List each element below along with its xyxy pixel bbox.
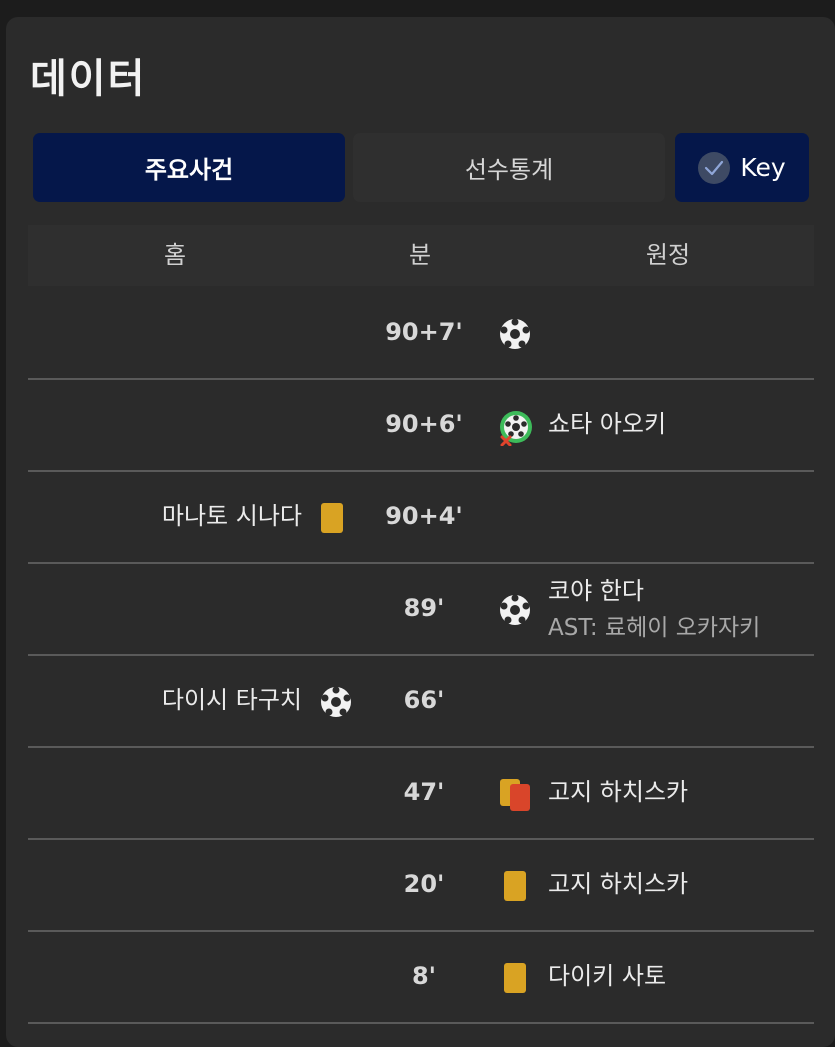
- event-row: 90+7': [28, 286, 814, 380]
- event-minute: 20': [403, 870, 445, 898]
- page-title: 데이터: [30, 56, 147, 102]
- event-row: 마나토 시나다 90+4': [28, 470, 814, 564]
- away-player-name: 다이키 사토: [548, 962, 667, 990]
- tab-key-events-label: 주요사건: [144, 156, 234, 184]
- away-player-name: 고지 하치스카: [548, 870, 689, 898]
- check-icon: [698, 151, 731, 184]
- event-minute: 90+4': [385, 502, 463, 530]
- away-player-name: 쇼타 아오키: [548, 410, 667, 438]
- event-row: 20' 고지 하치스카: [28, 838, 814, 932]
- away-player-name: 고지 하치스카: [548, 778, 689, 806]
- tab-key-events[interactable]: 주요사건: [33, 133, 345, 202]
- home-player-name: 다이시 타구치: [161, 686, 302, 714]
- event-row: 90+6' 쇼타 아오키: [28, 378, 814, 472]
- event-row: 다이시 타구치 66': [28, 654, 814, 748]
- header-home: 홈: [163, 241, 187, 269]
- event-row: 8' 다이키 사토: [28, 930, 814, 1024]
- event-row: 89' 코야 한다 AST: 료헤이 오카자키: [28, 562, 814, 656]
- header-away: 원정: [645, 241, 691, 269]
- event-minute: 90+7': [385, 318, 463, 346]
- home-player-name: 마나토 시나다: [161, 502, 302, 530]
- key-toggle-button[interactable]: Key: [675, 133, 809, 202]
- event-minute: 47': [403, 778, 445, 806]
- header-minute: 분: [408, 241, 432, 269]
- tab-player-stats-label: 선수통계: [464, 156, 554, 184]
- event-minute: 8': [411, 962, 437, 990]
- tab-player-stats[interactable]: 선수통계: [353, 133, 665, 202]
- key-toggle-label: Key: [740, 153, 786, 182]
- assist-text: AST: 료헤이 오카자키: [548, 615, 761, 641]
- events-table-header: 홈 분 원정: [28, 225, 814, 286]
- event-minute: 90+6': [385, 410, 463, 438]
- away-player-name: 코야 한다: [548, 577, 644, 605]
- event-minute: 66': [403, 686, 445, 714]
- event-row: 47' 고지 하치스카: [28, 746, 814, 840]
- event-minute: 89': [403, 594, 445, 622]
